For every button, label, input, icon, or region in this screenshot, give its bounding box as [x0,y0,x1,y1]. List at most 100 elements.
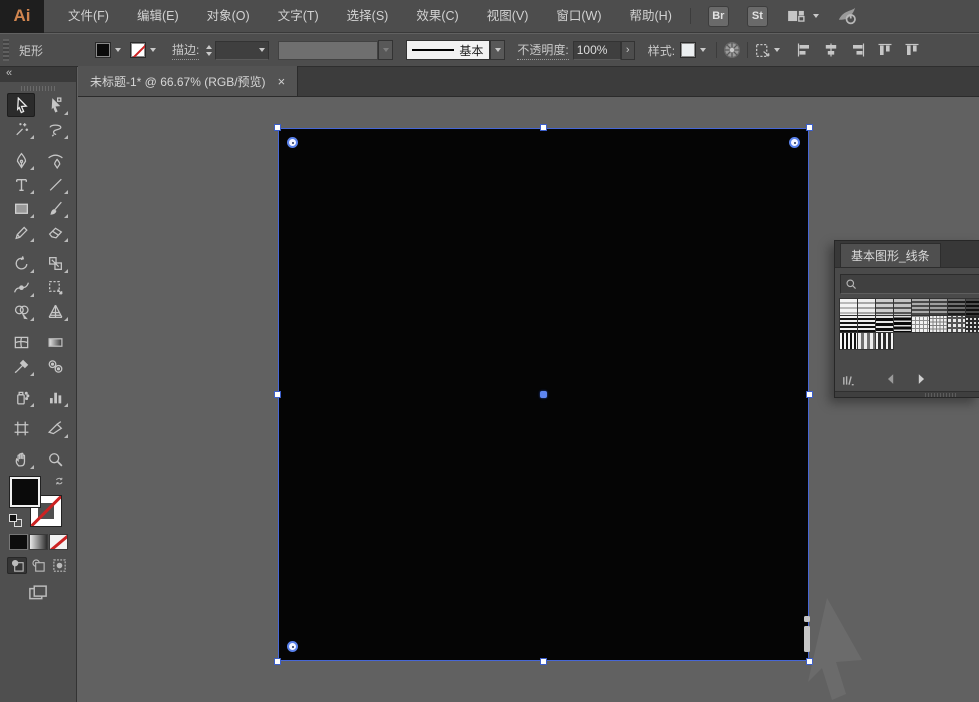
none-button[interactable] [48,534,68,550]
selection-handle-w[interactable] [274,391,281,398]
rectangle-tool[interactable] [7,196,35,220]
menu-item-file[interactable]: 文件(F) [54,0,123,33]
stroke-weight-stepper[interactable] [206,44,213,56]
menu-item-effect[interactable]: 效果(C) [402,0,472,33]
slice-tool[interactable] [41,416,69,440]
fill-indicator[interactable] [10,477,40,507]
menu-item-window[interactable]: 窗口(W) [542,0,615,33]
pattern-swatch-h-light-2[interactable] [858,299,875,315]
stroke-style-combo[interactable]: 基本 [406,40,491,60]
corner-widget-nw[interactable] [287,137,298,148]
stroke-color-swatch[interactable] [130,42,147,58]
stroke-weight-combo[interactable] [215,40,270,60]
menu-item-type[interactable]: 文字(T) [264,0,333,33]
tab-close-icon[interactable]: × [278,75,286,88]
pattern-swatch-grid-plaid[interactable] [948,316,965,332]
width-tool[interactable] [7,275,35,299]
prev-arrow-icon[interactable] [884,372,898,386]
hand-tool[interactable] [7,447,35,471]
next-arrow-icon[interactable] [914,372,928,386]
direct-selection-tool[interactable] [41,93,69,117]
selection-handle-s[interactable] [540,658,547,665]
pattern-swatch-h-dark-2[interactable] [966,299,979,315]
document-tab[interactable]: 未标题-1* @ 66.67% (RGB/预览) × [78,66,299,96]
pattern-swatch-v-bw-1[interactable] [840,333,857,349]
draw-behind-icon[interactable] [28,557,48,574]
style-swatch[interactable] [680,42,697,58]
document-setup-icon[interactable] [754,42,771,59]
selection-handle-e[interactable] [806,391,813,398]
style-chevron-icon[interactable] [700,48,707,52]
selection-handle-se[interactable] [806,658,813,665]
panel-tab[interactable]: 基本图形_线条 [840,243,941,267]
opacity-more-button[interactable]: › [620,40,635,60]
swap-fill-stroke-icon[interactable] [54,475,67,493]
corner-widget-sw[interactable] [287,641,298,652]
controlbar-grip[interactable] [3,39,9,61]
free-transform-tool[interactable] [41,275,69,299]
vertical-align-top-icon[interactable] [877,42,893,58]
stroke-style-chevron[interactable] [490,40,506,60]
pattern-swatch-v-gray[interactable] [858,333,875,349]
selection-handle-nw[interactable] [274,124,281,131]
selection-handle-n[interactable] [540,124,547,131]
curvature-tool[interactable] [41,148,69,172]
chevron-down-icon[interactable] [812,14,819,18]
panel-search-box[interactable] [840,274,979,294]
menu-item-select[interactable]: 选择(S) [333,0,403,33]
pattern-swatch-v-bw-2[interactable] [876,333,893,349]
selection-handle-sw[interactable] [274,658,281,665]
menu-item-edit[interactable]: 编辑(E) [123,0,193,33]
shape-builder-tool[interactable] [7,299,35,323]
horizontal-align-center-icon[interactable] [823,42,839,58]
pattern-swatch-h-bw-4[interactable] [894,316,911,332]
menu-item-help[interactable]: 帮助(H) [616,0,686,33]
recolor-artwork-icon[interactable] [723,41,741,59]
symbol-sprayer-tool[interactable] [7,385,35,409]
color-button[interactable] [8,534,28,550]
pattern-swatch-grid-dark[interactable] [966,316,979,332]
pattern-swatch-h-dark-1[interactable] [948,299,965,315]
toolbox-collapse-button[interactable]: « [0,67,76,82]
pattern-swatch-h-bw-1[interactable] [840,316,857,332]
eraser-tool[interactable] [41,220,69,244]
pattern-swatch-h-mid-1[interactable] [912,299,929,315]
stock-button[interactable]: St [746,5,768,27]
selection-handle-ne[interactable] [806,124,813,131]
corner-widget-ne[interactable] [789,137,800,148]
vertical-align-center-icon[interactable] [904,42,920,58]
pattern-swatch-h-light-1[interactable] [840,299,857,315]
brush-definition-combo[interactable] [278,40,379,60]
selection-tool[interactable] [7,93,35,117]
selected-rectangle[interactable] [274,124,813,665]
gradient-tool[interactable] [41,330,69,354]
selection-center-point[interactable] [540,391,547,398]
rotate-tool[interactable] [7,251,35,275]
library-stack-icon[interactable] [841,372,856,387]
screen-mode-icon[interactable] [28,583,48,608]
menu-item-object[interactable]: 对象(O) [193,0,264,33]
pattern-swatch-grid-fine-1[interactable] [912,316,929,332]
fill-chevron-icon[interactable] [115,48,122,52]
pattern-swatch-h-mid-2[interactable] [930,299,947,315]
line-segment-tool[interactable] [41,172,69,196]
perspective-grid-tool[interactable] [41,299,69,323]
stroke-weight-label[interactable]: 描边: [172,41,200,60]
opacity-field[interactable]: 100% [572,40,621,60]
eyedropper-tool[interactable] [7,354,35,378]
brush-definition-chevron[interactable] [378,40,394,60]
document-setup-chevron-icon[interactable] [774,48,781,52]
pattern-swatch-h-bw-3[interactable] [876,316,893,332]
sync-status-icon[interactable] [837,6,857,26]
draw-normal-icon[interactable] [7,557,27,574]
horizontal-align-left-icon[interactable] [796,42,812,58]
search-input[interactable] [862,277,979,291]
workspace-switcher-icon[interactable] [787,7,805,25]
magic-wand-tool[interactable] [7,117,35,141]
pattern-swatch-h-gray-1[interactable] [876,299,893,315]
horizontal-align-right-icon[interactable] [850,42,866,58]
panel-resize-strip[interactable] [835,391,979,397]
fill-color-swatch[interactable] [95,42,112,58]
bridge-button[interactable]: Br [707,5,729,27]
pencil-tool[interactable] [7,220,35,244]
